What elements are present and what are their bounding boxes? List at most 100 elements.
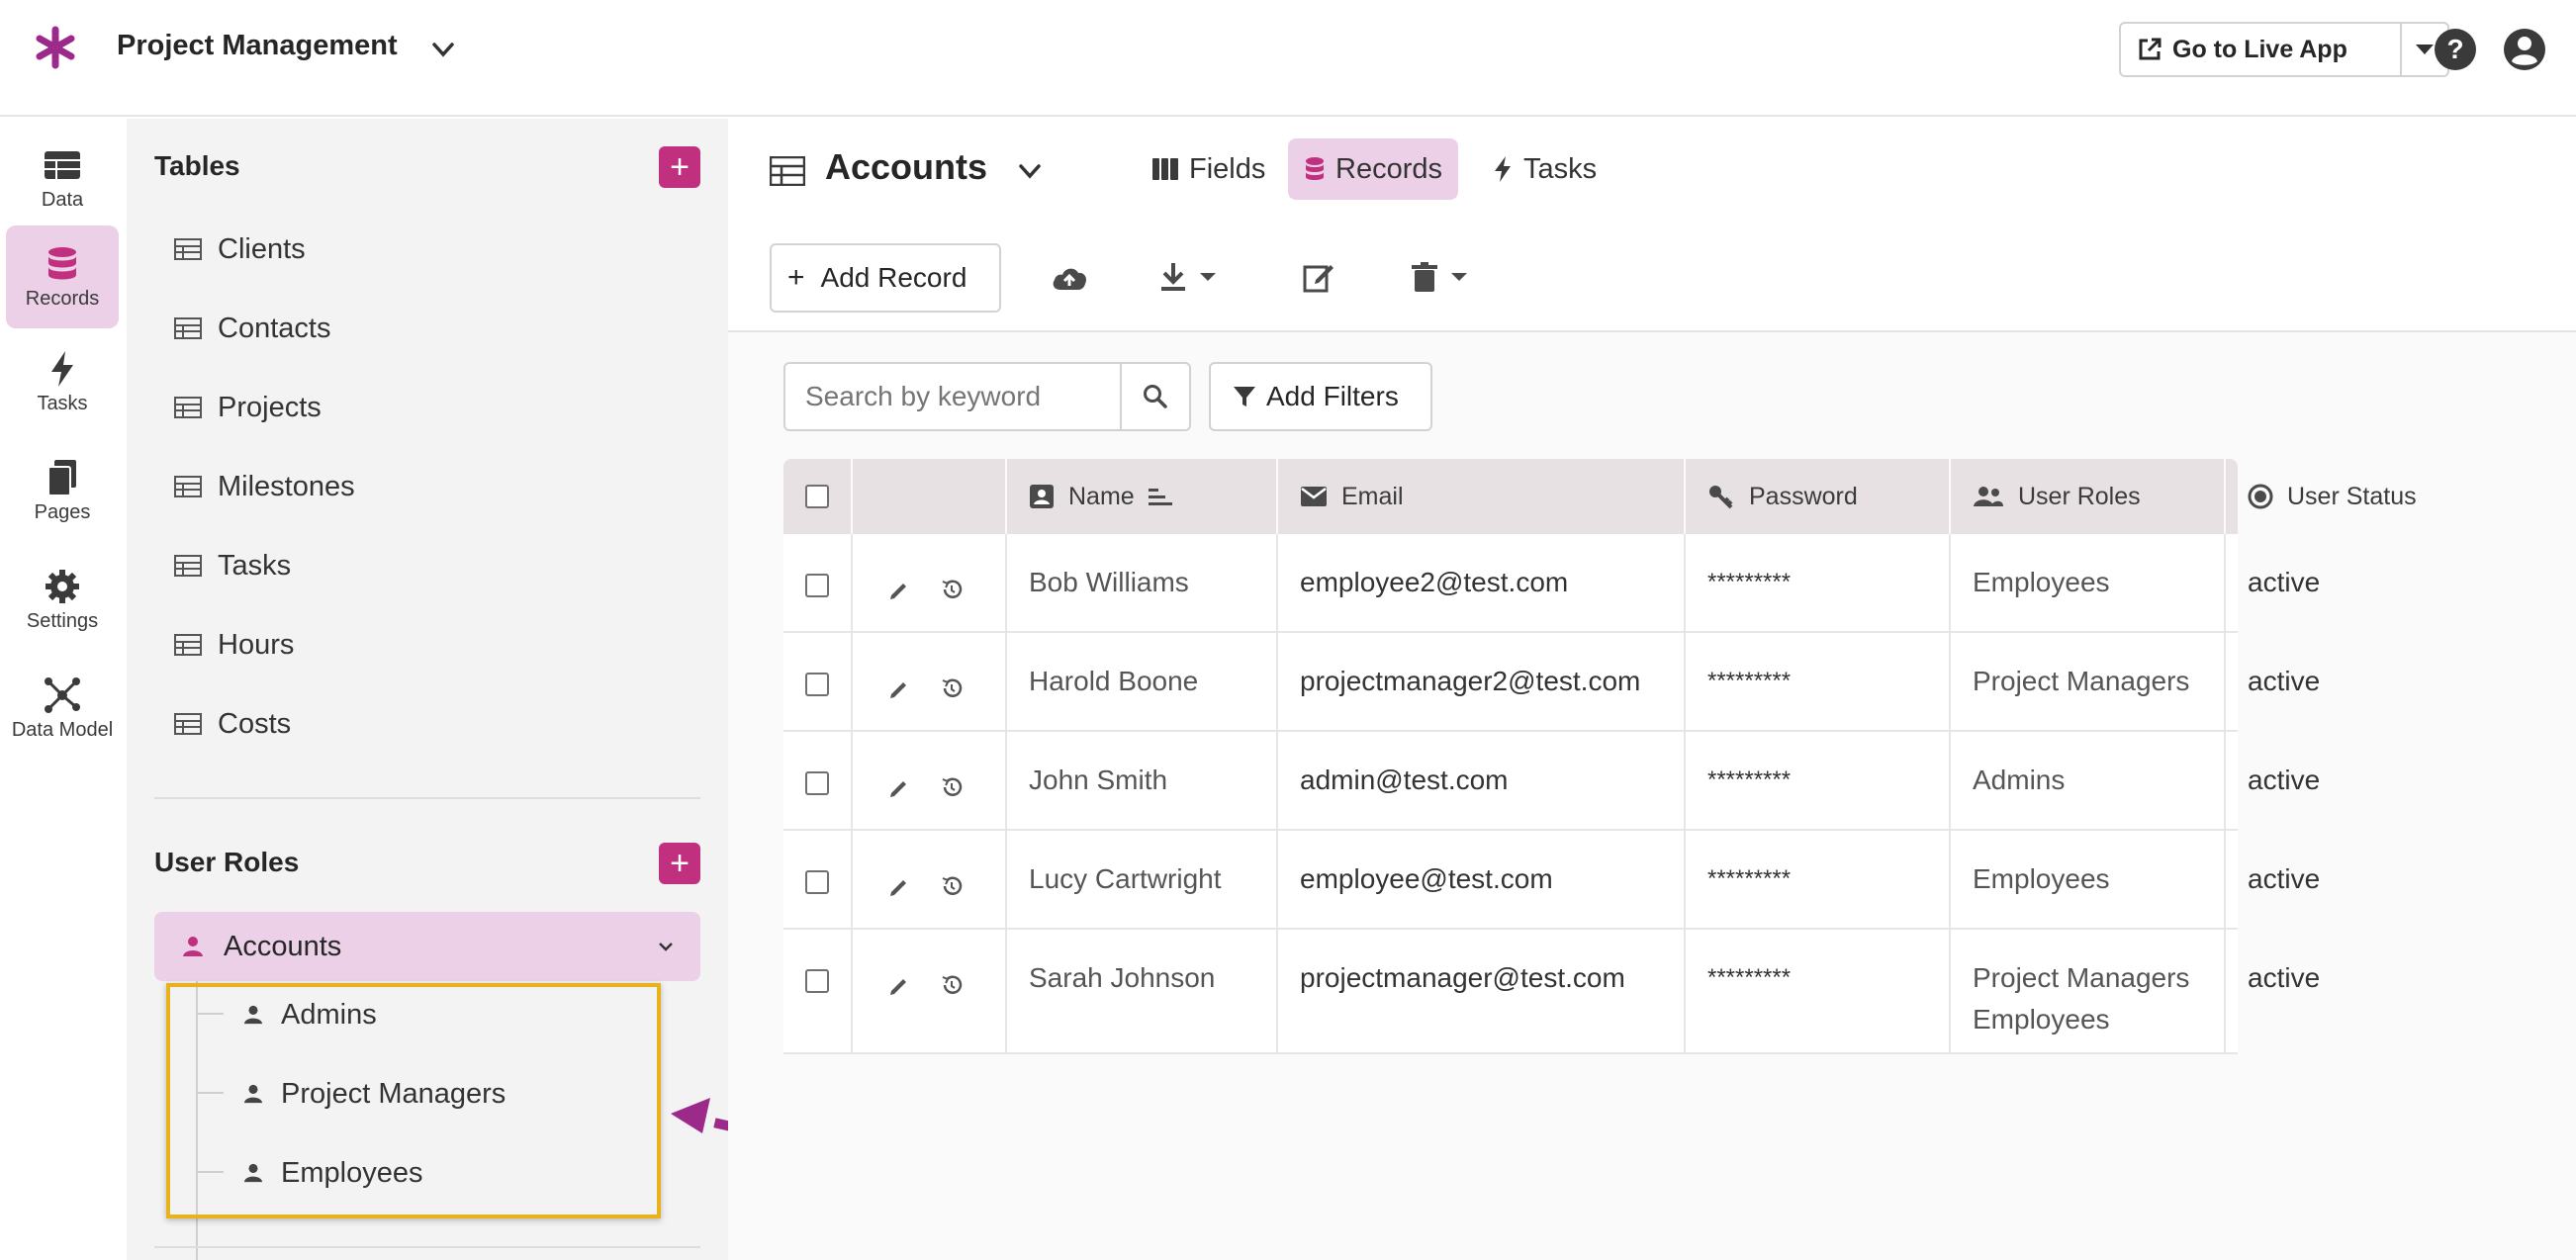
go-to-live-app-button[interactable]: Go to Live App <box>2119 22 2402 77</box>
table-header: Name Email Password User Roles User Stat… <box>783 459 2417 534</box>
history-icon[interactable] <box>940 775 964 799</box>
table-item-projects[interactable]: Projects <box>174 380 322 435</box>
rail-item-tasks[interactable]: Tasks <box>6 330 119 433</box>
user-role-accounts[interactable]: Accounts <box>154 912 700 981</box>
user-status-cell: active <box>2248 666 2321 696</box>
table-icon <box>174 238 202 260</box>
table-item-label: Costs <box>218 707 292 740</box>
user-status-cell: active <box>2248 567 2321 597</box>
radio-icon <box>2248 484 2273 509</box>
user-status-cell: active <box>2248 765 2321 795</box>
help-icon[interactable]: ? <box>2434 28 2477 71</box>
bolt-icon <box>1495 156 1511 182</box>
tab-records[interactable]: Records <box>1288 138 1458 200</box>
tab-label: Tasks <box>1523 152 1598 185</box>
rail-item-data-model[interactable]: Data Model <box>6 657 119 760</box>
column-label: User Roles <box>2018 482 2141 510</box>
add-record-button[interactable]: + Add Record <box>770 243 1001 313</box>
edit-record-icon[interactable] <box>888 777 910 799</box>
row-checkbox[interactable] <box>805 673 829 696</box>
caret-down-icon <box>1200 273 1216 281</box>
external-link-icon <box>2139 38 2162 60</box>
table-icon <box>174 713 202 735</box>
add-table-button[interactable]: + <box>659 146 700 188</box>
main-header: Accounts Fields Records Tasks + Add Reco… <box>728 119 2576 332</box>
rail-item-settings[interactable]: Settings <box>6 548 119 651</box>
row-checkbox[interactable] <box>805 969 829 993</box>
search-input[interactable] <box>783 362 1122 431</box>
add-user-role-button[interactable]: + <box>659 843 700 884</box>
email-cell: admin@test.com <box>1278 732 1686 829</box>
row-checkbox[interactable] <box>805 771 829 795</box>
people-icon <box>1974 487 2003 506</box>
bulk-edit-button[interactable] <box>1302 257 1335 297</box>
tab-tasks[interactable]: Tasks <box>1476 138 1612 200</box>
download-menu-button[interactable] <box>1159 257 1217 297</box>
row-select-cell <box>783 534 853 631</box>
table-item-clients[interactable]: Clients <box>174 222 306 277</box>
column-header-name[interactable]: Name <box>1007 459 1278 534</box>
table-row[interactable]: Lucy Cartwright employee@test.com ********… <box>783 831 2320 930</box>
table-item-milestones[interactable]: Milestones <box>174 459 355 514</box>
table-row[interactable]: Sarah Johnson projectmanager@test.com ****… <box>783 930 2320 1054</box>
rail-item-records[interactable]: Records <box>6 225 119 328</box>
edit-record-icon[interactable] <box>888 678 910 700</box>
chevron-down-icon[interactable] <box>1015 156 1045 186</box>
table-icon <box>174 397 202 418</box>
chevron-down-icon[interactable] <box>429 36 457 63</box>
table-icon <box>174 555 202 577</box>
column-header-user-roles[interactable]: User Roles <box>1951 459 2226 534</box>
app-title[interactable]: Project Management <box>117 30 398 62</box>
chevron-down-icon[interactable] <box>655 936 677 957</box>
key-icon <box>1709 486 1733 509</box>
upload-button[interactable] <box>1051 257 1088 297</box>
row-select-cell <box>783 633 853 730</box>
table-row[interactable]: Bob Williams employee2@test.com ********* E… <box>783 534 2320 633</box>
table-item-hours[interactable]: Hours <box>174 617 294 673</box>
edit-record-icon[interactable] <box>888 580 910 601</box>
table-item-costs[interactable]: Costs <box>174 696 291 752</box>
table-row[interactable]: John Smith admin@test.com ********* Admins a… <box>783 732 2320 831</box>
search-button[interactable] <box>1120 362 1191 431</box>
asterisk-logo-icon[interactable] <box>34 26 77 69</box>
rail-label: Data Model <box>11 718 114 741</box>
history-icon[interactable] <box>940 578 964 601</box>
rail-item-data[interactable]: Data <box>6 127 119 229</box>
highlight-box <box>166 983 661 1218</box>
edit-record-icon[interactable] <box>888 876 910 898</box>
column-label: User Status <box>2287 482 2417 510</box>
row-select-cell <box>783 831 853 928</box>
email-cell: projectmanager@test.com <box>1278 930 1686 1052</box>
add-filters-label: Add Filters <box>1266 381 1399 411</box>
column-label: Name <box>1068 482 1135 510</box>
caret-down-icon <box>2416 45 2434 54</box>
row-checkbox[interactable] <box>805 870 829 894</box>
password-cell: ********* <box>1686 831 1951 928</box>
table-item-tasks[interactable]: Tasks <box>174 538 291 593</box>
user-account-icon[interactable] <box>2503 28 2546 71</box>
mail-icon <box>1301 487 1327 506</box>
name-cell: Bob Williams <box>1007 534 1278 631</box>
sort-icon[interactable] <box>1148 487 1174 506</box>
table-item-label: Contacts <box>218 312 331 344</box>
table-item-contacts[interactable]: Contacts <box>174 301 330 356</box>
column-header-password[interactable]: Password <box>1686 459 1951 534</box>
table-row[interactable]: Harold Boone projectmanager2@test.com ****… <box>783 633 2320 732</box>
row-actions-cell <box>853 633 1007 730</box>
row-checkbox[interactable] <box>805 574 829 597</box>
column-header-email[interactable]: Email <box>1278 459 1686 534</box>
tab-label: Fields <box>1189 152 1266 185</box>
rail-item-pages[interactable]: Pages <box>6 439 119 542</box>
email-cell: employee2@test.com <box>1278 534 1686 631</box>
history-icon[interactable] <box>940 676 964 700</box>
role-value: Admins <box>1973 765 2066 795</box>
history-icon[interactable] <box>940 973 964 997</box>
delete-menu-button[interactable] <box>1411 257 1468 297</box>
column-header-user-status[interactable]: User Status <box>2226 459 2501 534</box>
add-filters-button[interactable]: Add Filters <box>1209 362 1432 431</box>
tab-fields[interactable]: Fields <box>1136 138 1281 200</box>
edit-record-icon[interactable] <box>888 975 910 997</box>
history-icon[interactable] <box>940 874 964 898</box>
add-record-label: Add Record <box>820 262 967 293</box>
select-all-checkbox[interactable] <box>805 485 829 508</box>
